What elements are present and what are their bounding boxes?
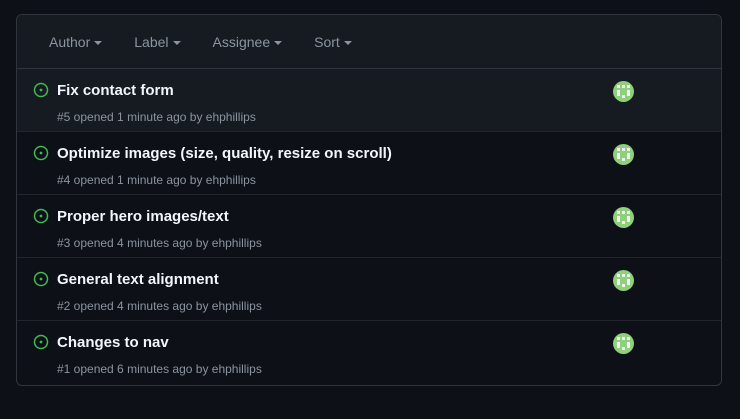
assignee-avatar[interactable] <box>613 207 634 228</box>
filter-bar: Author Label Assignee Sort <box>17 15 721 69</box>
issue-opened-icon <box>33 208 49 224</box>
issue-row[interactable]: Optimize images (size, quality, resize o… <box>17 132 721 195</box>
caret-down-icon <box>172 40 181 45</box>
author-filter-button[interactable]: Author <box>49 33 103 50</box>
assignee-avatar[interactable] <box>613 81 634 102</box>
issue-opened-icon <box>33 334 49 350</box>
issues-panel: Author Label Assignee Sort Fix contact f… <box>16 14 722 386</box>
issue-row[interactable]: Changes to nav #1 opened 6 minutes ago b… <box>17 321 721 384</box>
caret-down-icon <box>343 40 352 45</box>
issue-title-link[interactable]: Optimize images (size, quality, resize o… <box>57 145 392 162</box>
issue-row[interactable]: General text alignment #2 opened 4 minut… <box>17 258 721 321</box>
label-filter-button[interactable]: Label <box>134 33 181 50</box>
issue-row[interactable]: Fix contact form #5 opened 1 minute ago … <box>17 69 721 132</box>
sort-button[interactable]: Sort <box>314 34 352 50</box>
assignee-avatar[interactable] <box>613 333 634 354</box>
issue-opened-icon <box>33 271 49 287</box>
issue-meta: #1 opened 6 minutes ago by ehphillips <box>57 362 262 376</box>
issue-title-link[interactable]: Changes to nav <box>57 334 169 351</box>
assignee-filter-label: Assignee <box>212 33 271 50</box>
issue-meta: #5 opened 1 minute ago by ehphillips <box>57 110 256 124</box>
issue-opened-icon <box>33 82 49 98</box>
issue-title-link[interactable]: General text alignment <box>57 271 219 288</box>
issue-row[interactable]: Proper hero images/text #3 opened 4 minu… <box>17 195 721 258</box>
issue-title-link[interactable]: Fix contact form <box>57 82 174 99</box>
sort-label: Sort <box>314 33 340 50</box>
assignee-avatar[interactable] <box>613 270 634 291</box>
caret-down-icon <box>94 40 103 45</box>
label-filter-label: Label <box>134 33 169 50</box>
assignee-avatar[interactable] <box>613 144 634 165</box>
issue-opened-icon <box>33 145 49 161</box>
issue-title-link[interactable]: Proper hero images/text <box>57 208 229 225</box>
author-filter-label: Author <box>49 33 91 50</box>
issue-meta: #2 opened 4 minutes ago by ehphillips <box>57 299 262 313</box>
issue-meta: #4 opened 1 minute ago by ehphillips <box>57 173 256 187</box>
assignee-filter-button[interactable]: Assignee <box>213 34 283 50</box>
issue-meta: #3 opened 4 minutes ago by ehphillips <box>57 236 262 250</box>
caret-down-icon <box>274 40 283 45</box>
